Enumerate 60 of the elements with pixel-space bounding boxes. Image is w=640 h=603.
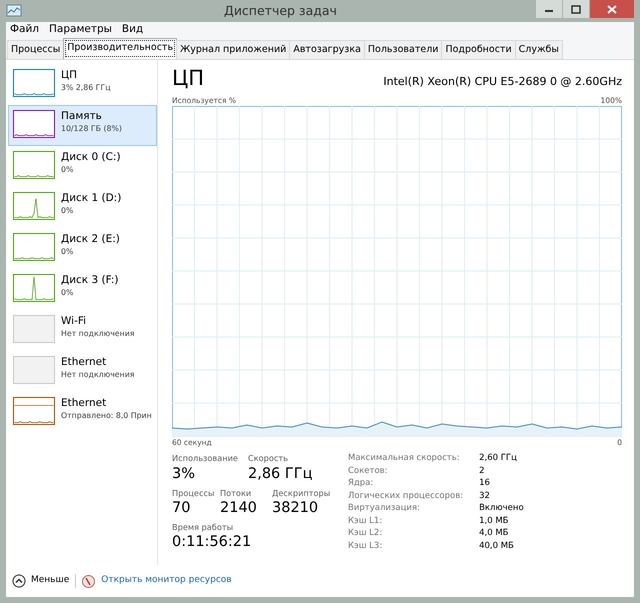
window-title: Диспетчер задач [223,2,338,20]
detail-value: 2,60 ГГц [479,452,518,465]
device-name: Диск 2 (E:) [61,233,120,246]
detail-label: Сокетов: [348,464,389,478]
chevron-up-icon [12,574,26,588]
device-name: Wi-Fi [61,315,88,328]
device-name: Ethernet [61,356,108,370]
stat-label: Дескрипторы [272,486,332,499]
fewer-details-button[interactable]: Меньше [12,574,70,588]
detail-label: Максимальная скорость: [348,452,461,465]
device-name: Диск 0 (C:) [61,151,121,164]
stat-label: Время работы [172,520,234,534]
detail-value: 40,0 МБ [479,540,515,552]
detail-label: Кэш L3: [348,540,384,552]
close-icon [607,4,617,14]
tab[interactable]: Службы [514,40,563,60]
tab[interactable]: Пользователи [364,40,442,60]
stat-label: Процессы [172,486,216,499]
tab[interactable]: Подробности [441,40,516,60]
maximize-icon [571,4,581,14]
tab[interactable]: Производительность [63,38,178,60]
maximize-button[interactable] [563,0,589,18]
tab[interactable]: Журнал приложений [176,40,290,60]
menu-item[interactable]: Параметры [49,22,112,38]
device-name: Ethernet [61,397,108,410]
detail-label: Кэш L1: [348,514,384,528]
tab[interactable]: Процессы [7,40,64,60]
cpu-model: Intel(R) Xeon(R) CPU E5-2689 0 @ 2.60GHz [383,74,622,90]
device-name: Диск 3 (F:) [61,274,118,288]
app-icon [6,4,22,18]
device-name: ЦП [61,69,78,82]
stat-label: Использование [172,452,239,465]
detail-label: Ядра: [348,477,374,490]
detail-value: 16 [479,477,491,490]
detail-value: 32 [479,490,491,502]
stat-value: 38210 [272,498,320,517]
menu-item[interactable]: Вид [122,22,144,38]
detail-value: 1,0 МБ [479,514,510,528]
tab[interactable]: Автозагрузка [289,40,365,60]
device-name: Память [61,110,103,124]
resource-monitor-link[interactable]: Открыть монитор ресурсов [101,574,232,588]
panel-title: ЦП [172,66,204,91]
stat-label: Скорость [248,452,289,465]
detail-label: Кэш L2: [348,527,384,540]
detail-value: 2 [479,464,486,478]
stat-value: 3% [172,464,196,483]
detail-value: Включено [479,502,524,515]
stat-label: Потоки [220,486,252,499]
resource-monitor-icon [82,574,96,588]
detail-value: 4,0 МБ [479,527,510,540]
device-name: Диск 1 (D:) [61,192,122,206]
stat-value: 0:11:56:21 [172,533,252,552]
stat-value: 2,86 ГГц [248,464,314,483]
menu-item[interactable]: Файл [10,22,40,38]
detail-label: Виртуализация: [348,502,421,515]
detail-label: Логических процессоров: [348,490,464,502]
stat-value: 70 [172,498,192,517]
close-button[interactable] [590,0,634,18]
minimize-button[interactable] [536,0,562,18]
stat-value: 2140 [220,498,258,517]
